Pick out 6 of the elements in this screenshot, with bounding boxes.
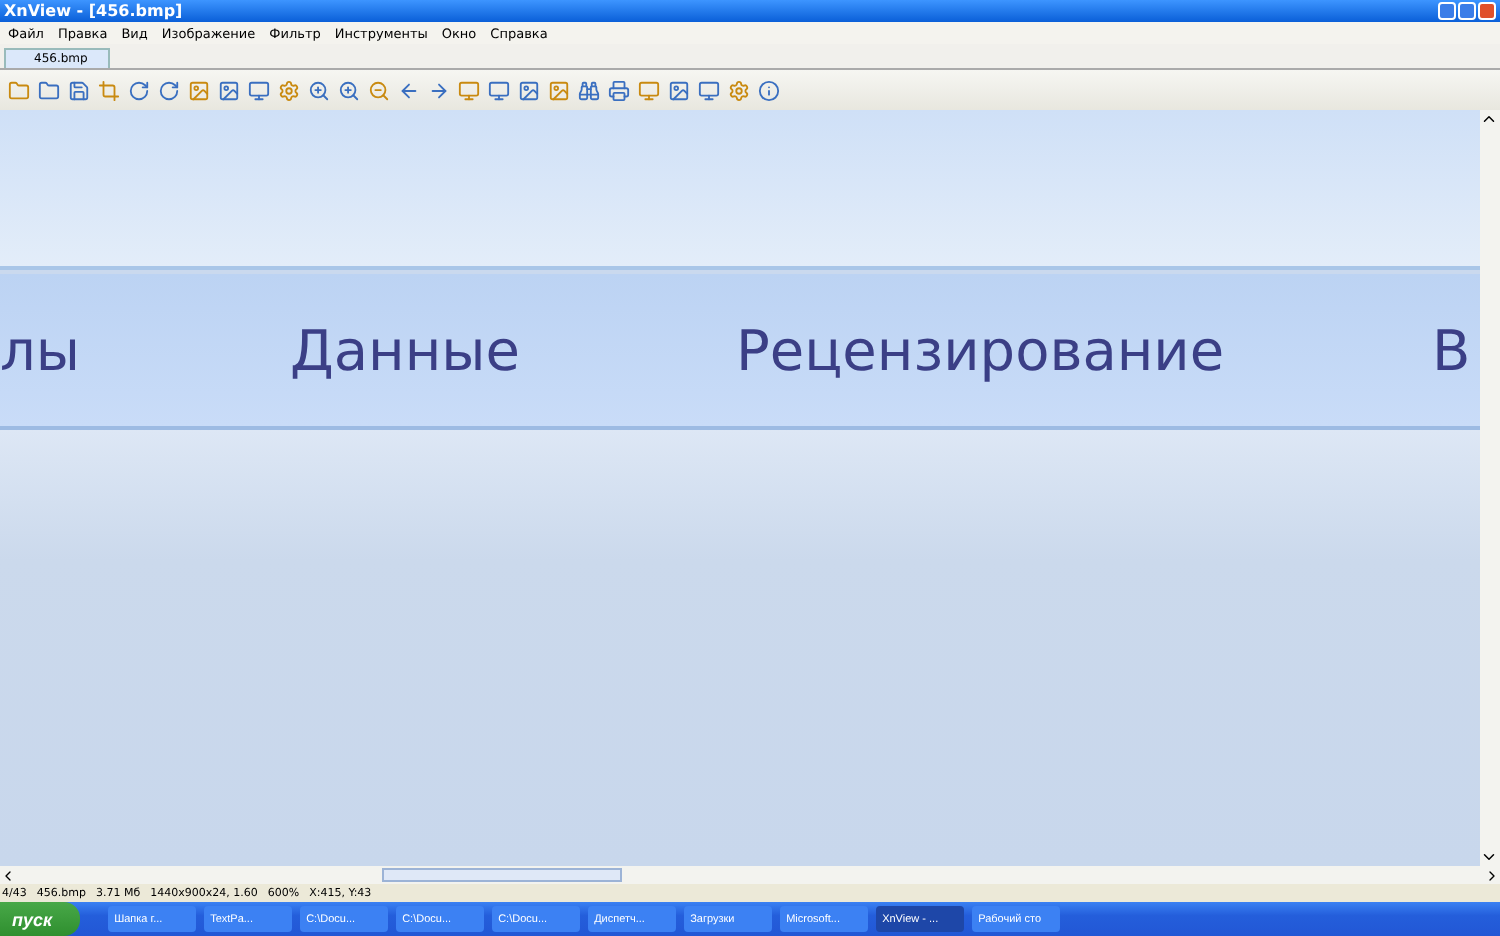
- ribbon-tab-label: Данные: [290, 317, 522, 383]
- ribbon-tab-label: лы: [0, 317, 83, 383]
- ribbon-tab-label: В: [1432, 317, 1473, 383]
- window-title: XnView - [456.bmp]: [4, 2, 183, 20]
- ribbon-tab-label: Рецензирование: [736, 317, 1227, 383]
- start-button[interactable]: пуск: [0, 902, 81, 936]
